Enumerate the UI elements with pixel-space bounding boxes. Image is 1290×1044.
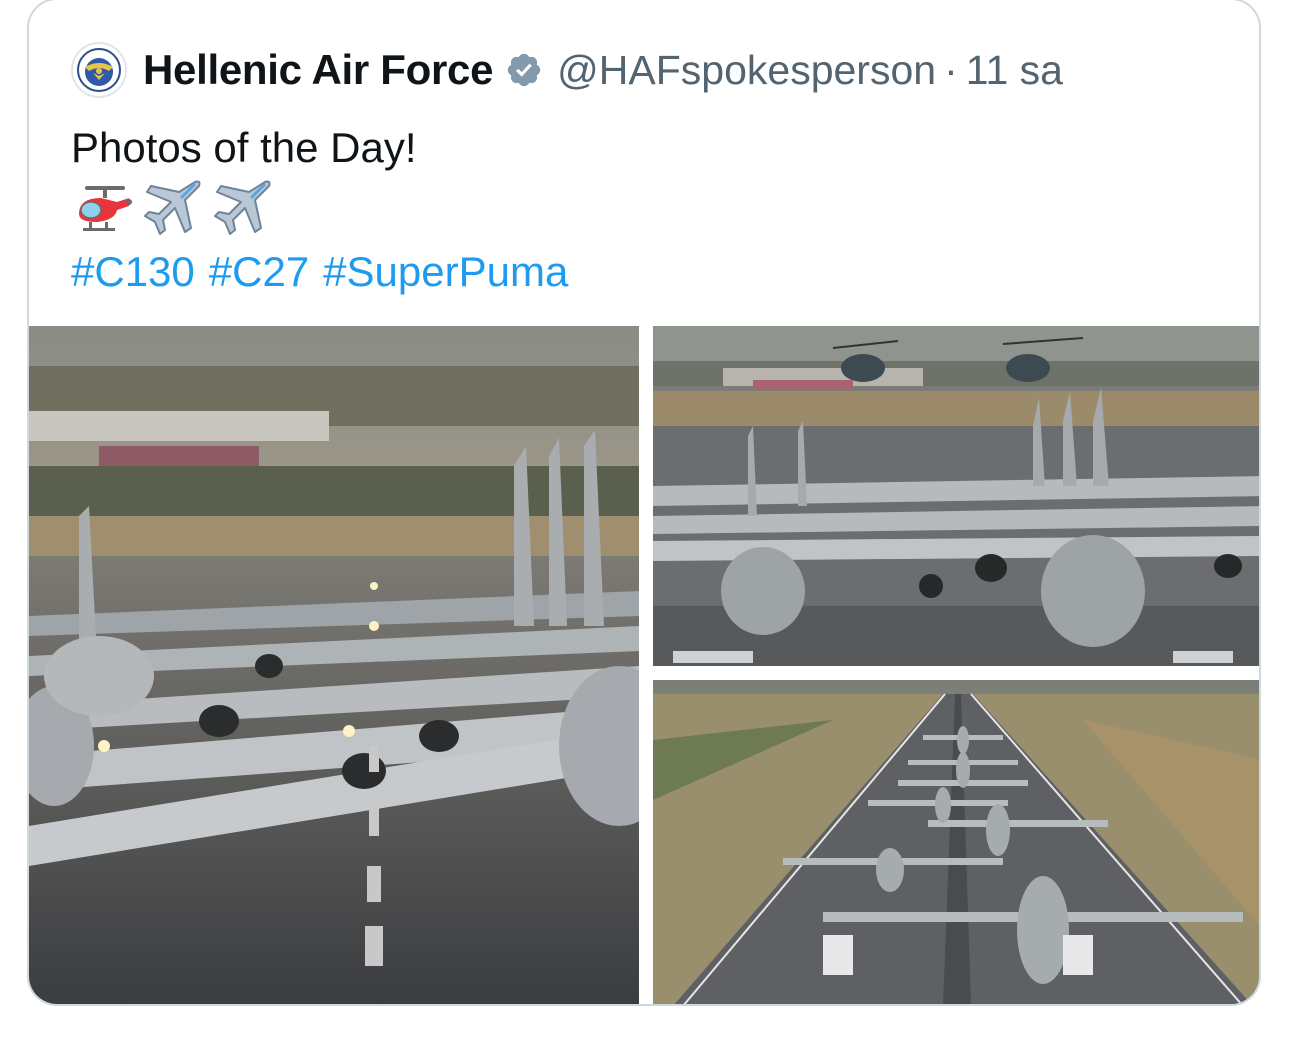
separator-dot: ·: [944, 46, 958, 93]
author-name[interactable]: Hellenic Air Force: [143, 46, 493, 94]
timestamp[interactable]: 11 sa: [966, 47, 1063, 94]
airplane-icon: [214, 180, 271, 235]
photo-runway-helicopters[interactable]: [653, 326, 1259, 666]
hashtag-c130[interactable]: #C130: [71, 248, 195, 295]
tweet-text: Photos of the Day!: [71, 124, 417, 171]
photo-runway-aerial[interactable]: [653, 680, 1259, 1004]
helicopter-icon: [79, 186, 132, 231]
author-handle[interactable]: @HAFspokesperson: [557, 47, 936, 94]
photo-c130-lineup-closeup[interactable]: [29, 326, 639, 1004]
photo-image: [653, 326, 1259, 666]
photo-image: [29, 326, 639, 1004]
photo-image: [653, 680, 1259, 1004]
hashtag-c27[interactable]: #C27: [209, 248, 309, 295]
emoji-row: [71, 176, 275, 242]
avatar[interactable]: [71, 42, 127, 98]
tweet-card[interactable]: Hellenic Air Force @HAFspokesperson · 11…: [27, 0, 1261, 1006]
airplane-icon: [144, 180, 201, 235]
hashtag-row: #C130 #C27 #SuperPuma: [71, 246, 582, 298]
air-force-emblem-icon: [77, 48, 121, 92]
verified-badge-icon: [507, 53, 541, 87]
hashtag-superpuma[interactable]: #SuperPuma: [323, 248, 568, 295]
tweet-header: Hellenic Air Force @HAFspokesperson · 11…: [71, 40, 1063, 100]
